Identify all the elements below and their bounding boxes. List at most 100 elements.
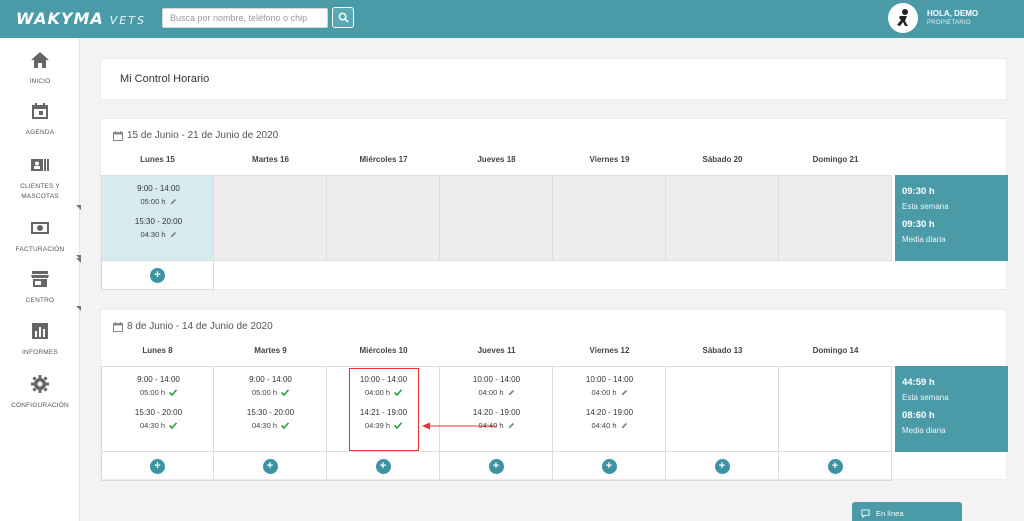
contacts-icon [31, 159, 49, 171]
day-cell[interactable]: 9:00 - 14:00 05:00 h 15:30 - 20:00 04:30 h [214, 366, 327, 452]
day-header: Miércoles 17 [359, 155, 408, 164]
title-card: Mi Control Horario [100, 58, 1007, 100]
daily-average: 09:30 h [902, 219, 935, 230]
time-entry[interactable]: 14:20 - 19:00 04:40 h [553, 408, 666, 430]
sidebar-item-label: CLIENTES Y MASCOTAS [20, 183, 60, 200]
day-header: Jueves 18 [477, 155, 516, 164]
day-cell[interactable]: 10:00 - 14:00 04:00 h 14:20 - 19:00 04:40 h [553, 366, 666, 452]
day-cell[interactable] [214, 175, 327, 261]
day-cell[interactable] [440, 175, 553, 261]
sidebar-item-label: FACTURACIÓN [15, 246, 65, 253]
edit-pencil-icon[interactable] [508, 389, 515, 396]
time-range: 9:00 - 14:00 [137, 184, 180, 193]
add-entry-button[interactable]: + [488, 458, 504, 474]
sidebar-item-label: CENTRO [25, 297, 55, 304]
time-range: 10:00 - 14:00 [585, 375, 634, 384]
edit-pencil-icon[interactable] [170, 231, 177, 238]
day-header: Viernes 12 [589, 346, 630, 355]
day-cell[interactable]: 9:00 - 14:00 05:00 h 15:30 - 20:00 04:30 h [101, 175, 214, 261]
time-range: 14:20 - 19:00 [472, 408, 521, 417]
edit-pencil-icon[interactable] [170, 198, 177, 205]
app-logo[interactable]: WAKYMA VETS [16, 9, 146, 28]
add-entry-cell: + [327, 452, 440, 481]
edit-pencil-icon[interactable] [621, 389, 628, 396]
time-range: 15:30 - 20:00 [134, 217, 183, 226]
calendar-small-icon [113, 321, 123, 332]
check-icon [281, 389, 290, 396]
add-entry-button[interactable]: + [714, 458, 730, 474]
grid-border [101, 175, 892, 176]
add-entry-button[interactable]: + [601, 458, 617, 474]
user-role: PROPIETARIO [927, 20, 971, 26]
day-header: Viernes 19 [589, 155, 630, 164]
duration: 05:00 h [214, 388, 327, 397]
day-header: Martes 9 [254, 346, 287, 355]
sidebar-item-configuracion[interactable]: CONFIGURACIÓN [0, 374, 80, 411]
duration: 05:00 h [102, 197, 215, 206]
home-icon [31, 52, 49, 68]
calendar-icon [32, 103, 48, 119]
user-greeting[interactable]: HOLA, DEMO [927, 9, 978, 18]
add-entry-button[interactable]: + [827, 458, 843, 474]
time-entry[interactable]: 15:30 - 20:00 04:30 h [214, 408, 327, 430]
expand-arrow-icon [76, 255, 81, 260]
edit-pencil-icon[interactable] [621, 422, 628, 429]
time-entry[interactable]: 10:00 - 14:00 04:00 h [553, 375, 666, 397]
search-button[interactable] [332, 7, 354, 28]
time-entry[interactable]: 9:00 - 14:00 05:00 h [102, 375, 215, 397]
grid-border [101, 366, 892, 367]
time-entry[interactable]: 15:30 - 20:00 04:30 h [102, 408, 215, 430]
week-range: 8 de Junio - 14 de Junio de 2020 [113, 321, 273, 332]
sidebar-item-agenda[interactable]: AGENDA [0, 101, 80, 138]
add-entry-cell: + [553, 452, 666, 481]
sidebar-item-inicio[interactable]: INICIO [0, 50, 80, 87]
sidebar-item-clientes[interactable]: CLIENTES Y MASCOTAS [0, 155, 81, 210]
annotation-arrow-icon [422, 422, 497, 430]
duration: 04:30 h [102, 230, 215, 239]
day-cell[interactable] [666, 175, 779, 261]
day-cell[interactable] [779, 366, 892, 452]
week-range-label: 15 de Junio - 21 de Junio de 2020 [127, 130, 279, 141]
add-entry-button[interactable]: + [262, 458, 278, 474]
add-entry-button[interactable]: + [375, 458, 391, 474]
duration-value: 04:30 h [139, 421, 166, 430]
day-cell[interactable]: 9:00 - 14:00 05:00 h 15:30 - 20:00 04:30 h [101, 366, 214, 452]
time-entry[interactable]: 15:30 - 20:00 04:30 h [102, 217, 215, 239]
add-entry-button[interactable]: + [150, 267, 165, 283]
money-icon [31, 222, 49, 234]
day-cell[interactable] [553, 175, 666, 261]
day-cell[interactable]: 10:00 - 14:00 04:00 h 14:20 - 19:00 04:40 h [440, 366, 553, 452]
duration: 04:40 h [553, 421, 666, 430]
day-cell[interactable] [666, 366, 779, 452]
time-entry[interactable]: 10:00 - 14:00 04:00 h [440, 375, 553, 397]
day-cell[interactable] [327, 175, 440, 261]
search-input[interactable] [162, 8, 328, 28]
daily-average: 08:60 h [902, 410, 935, 421]
duration-value: 04:00 h [478, 388, 504, 397]
duration: 04:30 h [102, 421, 215, 430]
daily-average-label: Media diaria [902, 235, 946, 244]
daily-average-label: Media diaria [902, 426, 946, 435]
check-icon [169, 389, 178, 396]
duration-value: 04:30 h [140, 230, 166, 239]
time-range: 14:20 - 19:00 [585, 408, 634, 417]
duration-value: 05:00 h [139, 388, 166, 397]
time-entry[interactable]: 9:00 - 14:00 05:00 h [214, 375, 327, 397]
user-avatar-icon [897, 9, 908, 26]
week-total: 44:59 h [902, 377, 935, 388]
week-summary: 44:59 h Esta semana 08:60 h Media diaria [895, 366, 1008, 452]
duration-value: 04:00 h [591, 388, 617, 397]
avatar[interactable] [888, 3, 918, 33]
page-title: Mi Control Horario [120, 73, 210, 85]
time-entry[interactable]: 9:00 - 14:00 05:00 h [102, 184, 215, 206]
day-cell[interactable] [779, 175, 892, 261]
chat-icon [861, 508, 870, 518]
sidebar-item-facturacion[interactable]: FACTURACIÓN [0, 218, 81, 263]
add-entry-button[interactable]: + [150, 458, 165, 474]
edit-pencil-icon[interactable] [508, 422, 515, 429]
sidebar-item-informes[interactable]: INFORMES [0, 306, 81, 358]
duration-value: 05:00 h [140, 197, 166, 206]
sidebar-item-centro[interactable]: CENTRO [0, 255, 81, 306]
chat-online-button[interactable]: En línea [852, 502, 962, 521]
expand-arrow-icon [76, 205, 81, 210]
